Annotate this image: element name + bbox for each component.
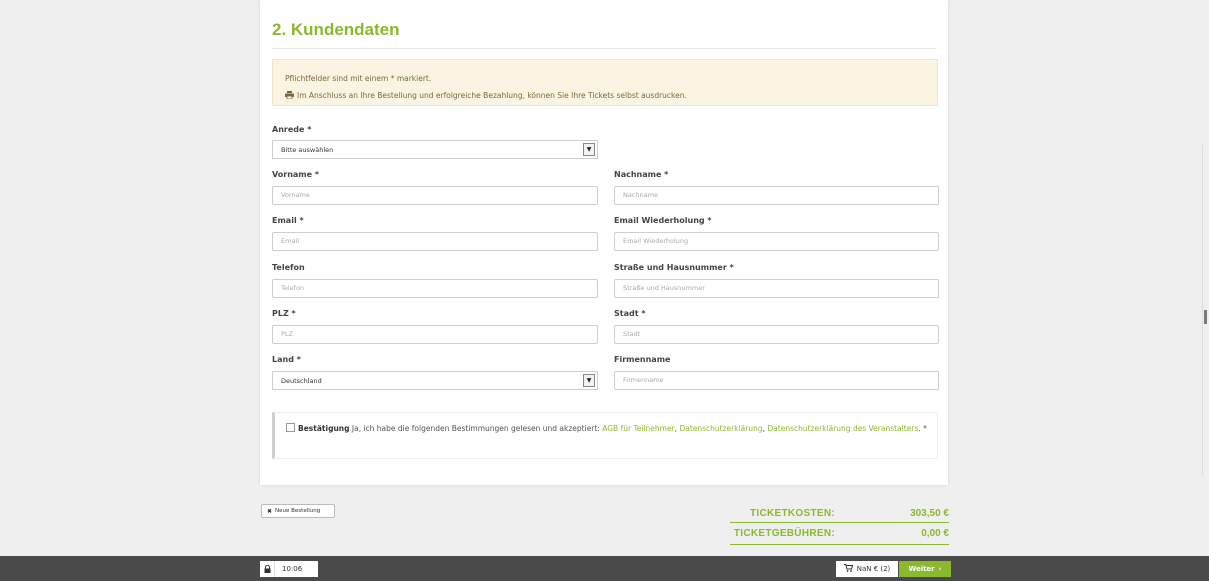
info-notice: Pflichtfelder sind mit einem * markiert.… xyxy=(272,59,938,106)
close-icon: ✖ xyxy=(267,507,273,515)
new-order-label: Neue Bestellung xyxy=(275,508,321,514)
email-input[interactable]: Email xyxy=(272,232,598,251)
salutation-select[interactable]: Bitte auswählen ▼ xyxy=(272,140,598,159)
next-label: Weiter xyxy=(908,565,935,573)
new-order-button[interactable]: ✖ Neue Bestellung xyxy=(261,504,335,518)
privacy-link[interactable]: Datenschutzerklärung xyxy=(679,424,762,433)
agb-link[interactable]: AGB für Teilnehmer xyxy=(602,424,674,433)
city-input[interactable]: Stadt xyxy=(614,325,939,344)
session-timer: 10:06 xyxy=(260,561,318,577)
last-name-input[interactable]: Nachname xyxy=(614,186,939,205)
printer-icon xyxy=(285,88,294,105)
customer-data-card: 2. Kundendaten Pflichtfelder sind mit ei… xyxy=(260,0,948,485)
chevron-down-icon[interactable]: ▼ xyxy=(583,374,595,387)
ticket-costs-label: TICKETKOSTEN: xyxy=(749,508,835,519)
phone-input[interactable]: Telefon xyxy=(272,279,598,298)
bottom-bar: 10:06 NaN € (2) Weiter › xyxy=(0,556,1209,581)
country-label: Land * xyxy=(272,355,301,364)
first-name-input[interactable]: Vorname xyxy=(272,186,598,205)
print-hint: Im Anschluss an Ihre Bestellung und erfo… xyxy=(297,91,687,100)
company-label: Firmenname xyxy=(614,355,671,364)
last-name-label: Nachname * xyxy=(614,170,669,179)
ticket-costs-value: 303,50 € xyxy=(910,508,949,519)
cart-button[interactable]: NaN € (2) xyxy=(836,561,898,577)
street-label: Straße und Hausnummer * xyxy=(614,263,734,272)
email-repeat-input[interactable]: Email Wiederholung xyxy=(614,232,939,251)
email-label: Email * xyxy=(272,216,304,225)
chevron-right-icon: › xyxy=(938,565,942,573)
email-repeat-label: Email Wiederholung * xyxy=(614,216,712,225)
section-title: 2. Kundendaten xyxy=(272,20,400,39)
phone-label: Telefon xyxy=(272,263,305,272)
title-divider xyxy=(272,48,936,49)
cart-total: NaN € (2) xyxy=(856,565,891,573)
cart-icon xyxy=(843,564,853,574)
street-input[interactable]: Straße und Hausnummer xyxy=(614,279,939,298)
timer-value: 10:06 xyxy=(282,565,303,573)
zip-input[interactable]: PLZ xyxy=(272,325,598,344)
zip-label: PLZ * xyxy=(272,309,296,318)
summary-divider xyxy=(730,522,949,523)
scrollbar-track xyxy=(1202,145,1203,475)
organizer-privacy-link[interactable]: Datenschutzerklärung des Veranstalters xyxy=(767,424,918,433)
summary-divider xyxy=(730,544,949,545)
next-button[interactable]: Weiter › xyxy=(899,561,951,577)
country-select[interactable]: Deutschland ▼ xyxy=(272,371,598,390)
required-hint: Pflichtfelder sind mit einem * markiert. xyxy=(285,74,432,83)
print-hint-row: Im Anschluss an Ihre Bestellung und erfo… xyxy=(285,87,937,105)
ticket-fees-label: TICKETGEBÜHREN: xyxy=(733,528,835,539)
chevron-down-icon[interactable]: ▼ xyxy=(583,143,595,156)
scrollbar-thumb[interactable] xyxy=(1204,310,1207,324)
terms-checkbox[interactable] xyxy=(286,423,295,432)
confirmation-text: Ja, ich habe die folgenden Bestimmungen … xyxy=(349,424,603,433)
country-value: Deutschland xyxy=(281,377,322,385)
first-name-label: Vorname * xyxy=(272,170,320,179)
confirmation-suffix: . * xyxy=(918,424,927,433)
lock-icon xyxy=(260,561,275,577)
company-input[interactable]: Firmenname xyxy=(614,371,939,390)
confirmation-label: Bestätigung xyxy=(298,424,350,433)
salutation-label: Anrede * xyxy=(272,125,312,134)
terms-confirmation: Bestätigung Ja, ich habe die folgenden B… xyxy=(272,412,938,459)
city-label: Stadt * xyxy=(614,309,646,318)
ticket-fees-value: 0,00 € xyxy=(921,528,949,539)
salutation-value: Bitte auswählen xyxy=(281,146,334,154)
